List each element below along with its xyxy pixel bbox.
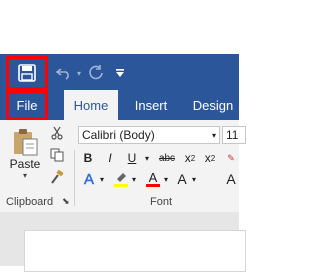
font-color-bar: [146, 184, 160, 187]
grow-font-dropdown-icon[interactable]: ▾: [190, 170, 198, 188]
font-color-letter: A: [148, 170, 158, 185]
copy-icon: [50, 148, 64, 162]
copy-button[interactable]: [48, 146, 66, 164]
format-painter-icon: [51, 170, 64, 184]
undo-icon: [56, 68, 69, 80]
grow-font-button[interactable]: A: [174, 170, 190, 188]
save-icon: [18, 64, 36, 82]
undo-button[interactable]: [52, 60, 76, 86]
clear-formatting-button[interactable]: ✎: [224, 150, 238, 166]
clipboard-icon: [14, 128, 38, 155]
paste-button[interactable]: Paste ▾: [6, 124, 44, 182]
group-separator: [74, 150, 75, 206]
text-effects-dropdown-icon[interactable]: ▾: [98, 170, 106, 188]
customize-quick-access-button[interactable]: [112, 60, 128, 86]
font-color-button[interactable]: A: [144, 170, 162, 188]
font-group-label: Font: [150, 196, 173, 208]
tab-design[interactable]: Design: [184, 90, 242, 120]
tab-file[interactable]: File: [6, 90, 48, 120]
more-font-button[interactable]: A: [224, 170, 238, 188]
clipboard-group-label: Clipboard: [6, 196, 54, 208]
underline-button[interactable]: U: [124, 150, 140, 166]
redo-button[interactable]: [84, 60, 108, 86]
redo-icon: [89, 65, 103, 80]
font-size-dropdown[interactable]: 11: [222, 126, 246, 144]
italic-button[interactable]: I: [102, 150, 118, 166]
paste-label: Paste: [9, 156, 41, 171]
cut-icon: [51, 126, 63, 140]
strikethrough-button[interactable]: abc: [156, 150, 178, 166]
font-size-value: 11: [226, 128, 239, 142]
underline-dropdown-icon[interactable]: ▾: [142, 150, 152, 166]
save-button[interactable]: [6, 56, 48, 90]
clipboard-launcher-icon[interactable]: ⬊: [62, 196, 70, 207]
undo-dropdown[interactable]: ▾: [74, 60, 84, 86]
highlight-button[interactable]: [112, 170, 130, 188]
tab-home[interactable]: Home: [64, 90, 118, 120]
superscript-button[interactable]: x2: [202, 150, 218, 166]
chevron-down-icon: ▾: [211, 130, 216, 140]
highlight-dropdown-icon[interactable]: ▾: [130, 170, 138, 188]
font-name-value: Calibri (Body): [82, 128, 155, 142]
subscript-button[interactable]: x2: [182, 150, 198, 166]
paste-dropdown-icon: ▾: [22, 170, 27, 180]
tab-insert[interactable]: Insert: [122, 90, 180, 120]
font-name-dropdown[interactable]: Calibri (Body) ▾: [78, 126, 220, 144]
text-effects-button[interactable]: A: [80, 170, 98, 188]
font-color-dropdown-icon[interactable]: ▾: [162, 170, 170, 188]
highlighter-icon: [114, 173, 128, 187]
format-painter-button[interactable]: [48, 168, 66, 186]
cut-button[interactable]: [48, 124, 66, 142]
bold-button[interactable]: B: [80, 150, 96, 166]
customize-quick-access-icon: [116, 69, 124, 77]
